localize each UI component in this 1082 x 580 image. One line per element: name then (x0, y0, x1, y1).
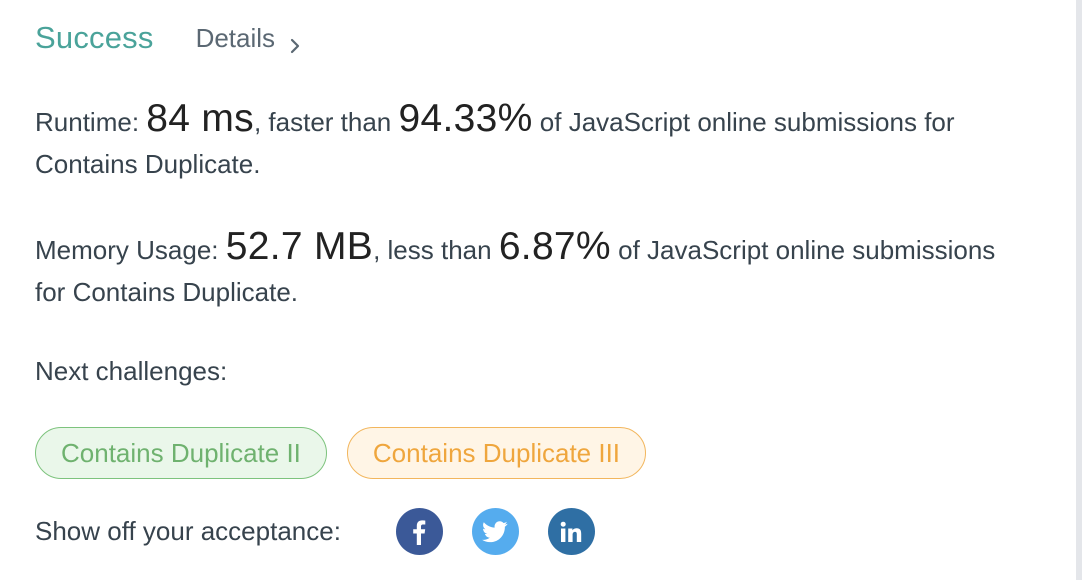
runtime-label: Runtime: (35, 107, 147, 137)
details-link[interactable]: Details (196, 23, 301, 54)
twitter-icon (482, 520, 509, 543)
runtime-connector: , faster than (253, 107, 399, 137)
panel-divider (1076, 0, 1082, 580)
facebook-icon (412, 519, 426, 545)
status-label: Success (35, 20, 154, 55)
next-challenges-list: Contains Duplicate II Contains Duplicate… (35, 427, 647, 479)
memory-stat: Memory Usage: 52.7 MB, less than 6.87% o… (35, 226, 1025, 313)
linkedin-share-button[interactable] (547, 508, 595, 555)
linkedin-icon (560, 521, 582, 543)
result-header: Success Details (35, 18, 301, 58)
memory-value: 52.7 MB (225, 225, 374, 268)
challenge-contains-duplicate-iii[interactable]: Contains Duplicate III (346, 427, 647, 479)
challenge-contains-duplicate-ii[interactable]: Contains Duplicate II (35, 427, 327, 479)
runtime-percent: 94.33% (398, 97, 533, 140)
social-buttons (395, 508, 595, 555)
share-row: Show off your acceptance: (35, 508, 595, 555)
facebook-share-button[interactable] (395, 508, 443, 555)
memory-connector: , less than (373, 235, 499, 265)
details-label: Details (195, 22, 276, 53)
runtime-stat: Runtime: 84 ms, faster than 94.33% of Ja… (35, 98, 1025, 185)
memory-percent: 6.87% (498, 225, 611, 268)
runtime-value: 84 ms (146, 97, 254, 140)
share-label: Show off your acceptance: (35, 516, 341, 546)
memory-label: Memory Usage: (35, 235, 226, 265)
twitter-share-button[interactable] (471, 508, 519, 555)
chevron-right-icon (289, 30, 301, 54)
next-challenges-label: Next challenges: (35, 356, 228, 386)
